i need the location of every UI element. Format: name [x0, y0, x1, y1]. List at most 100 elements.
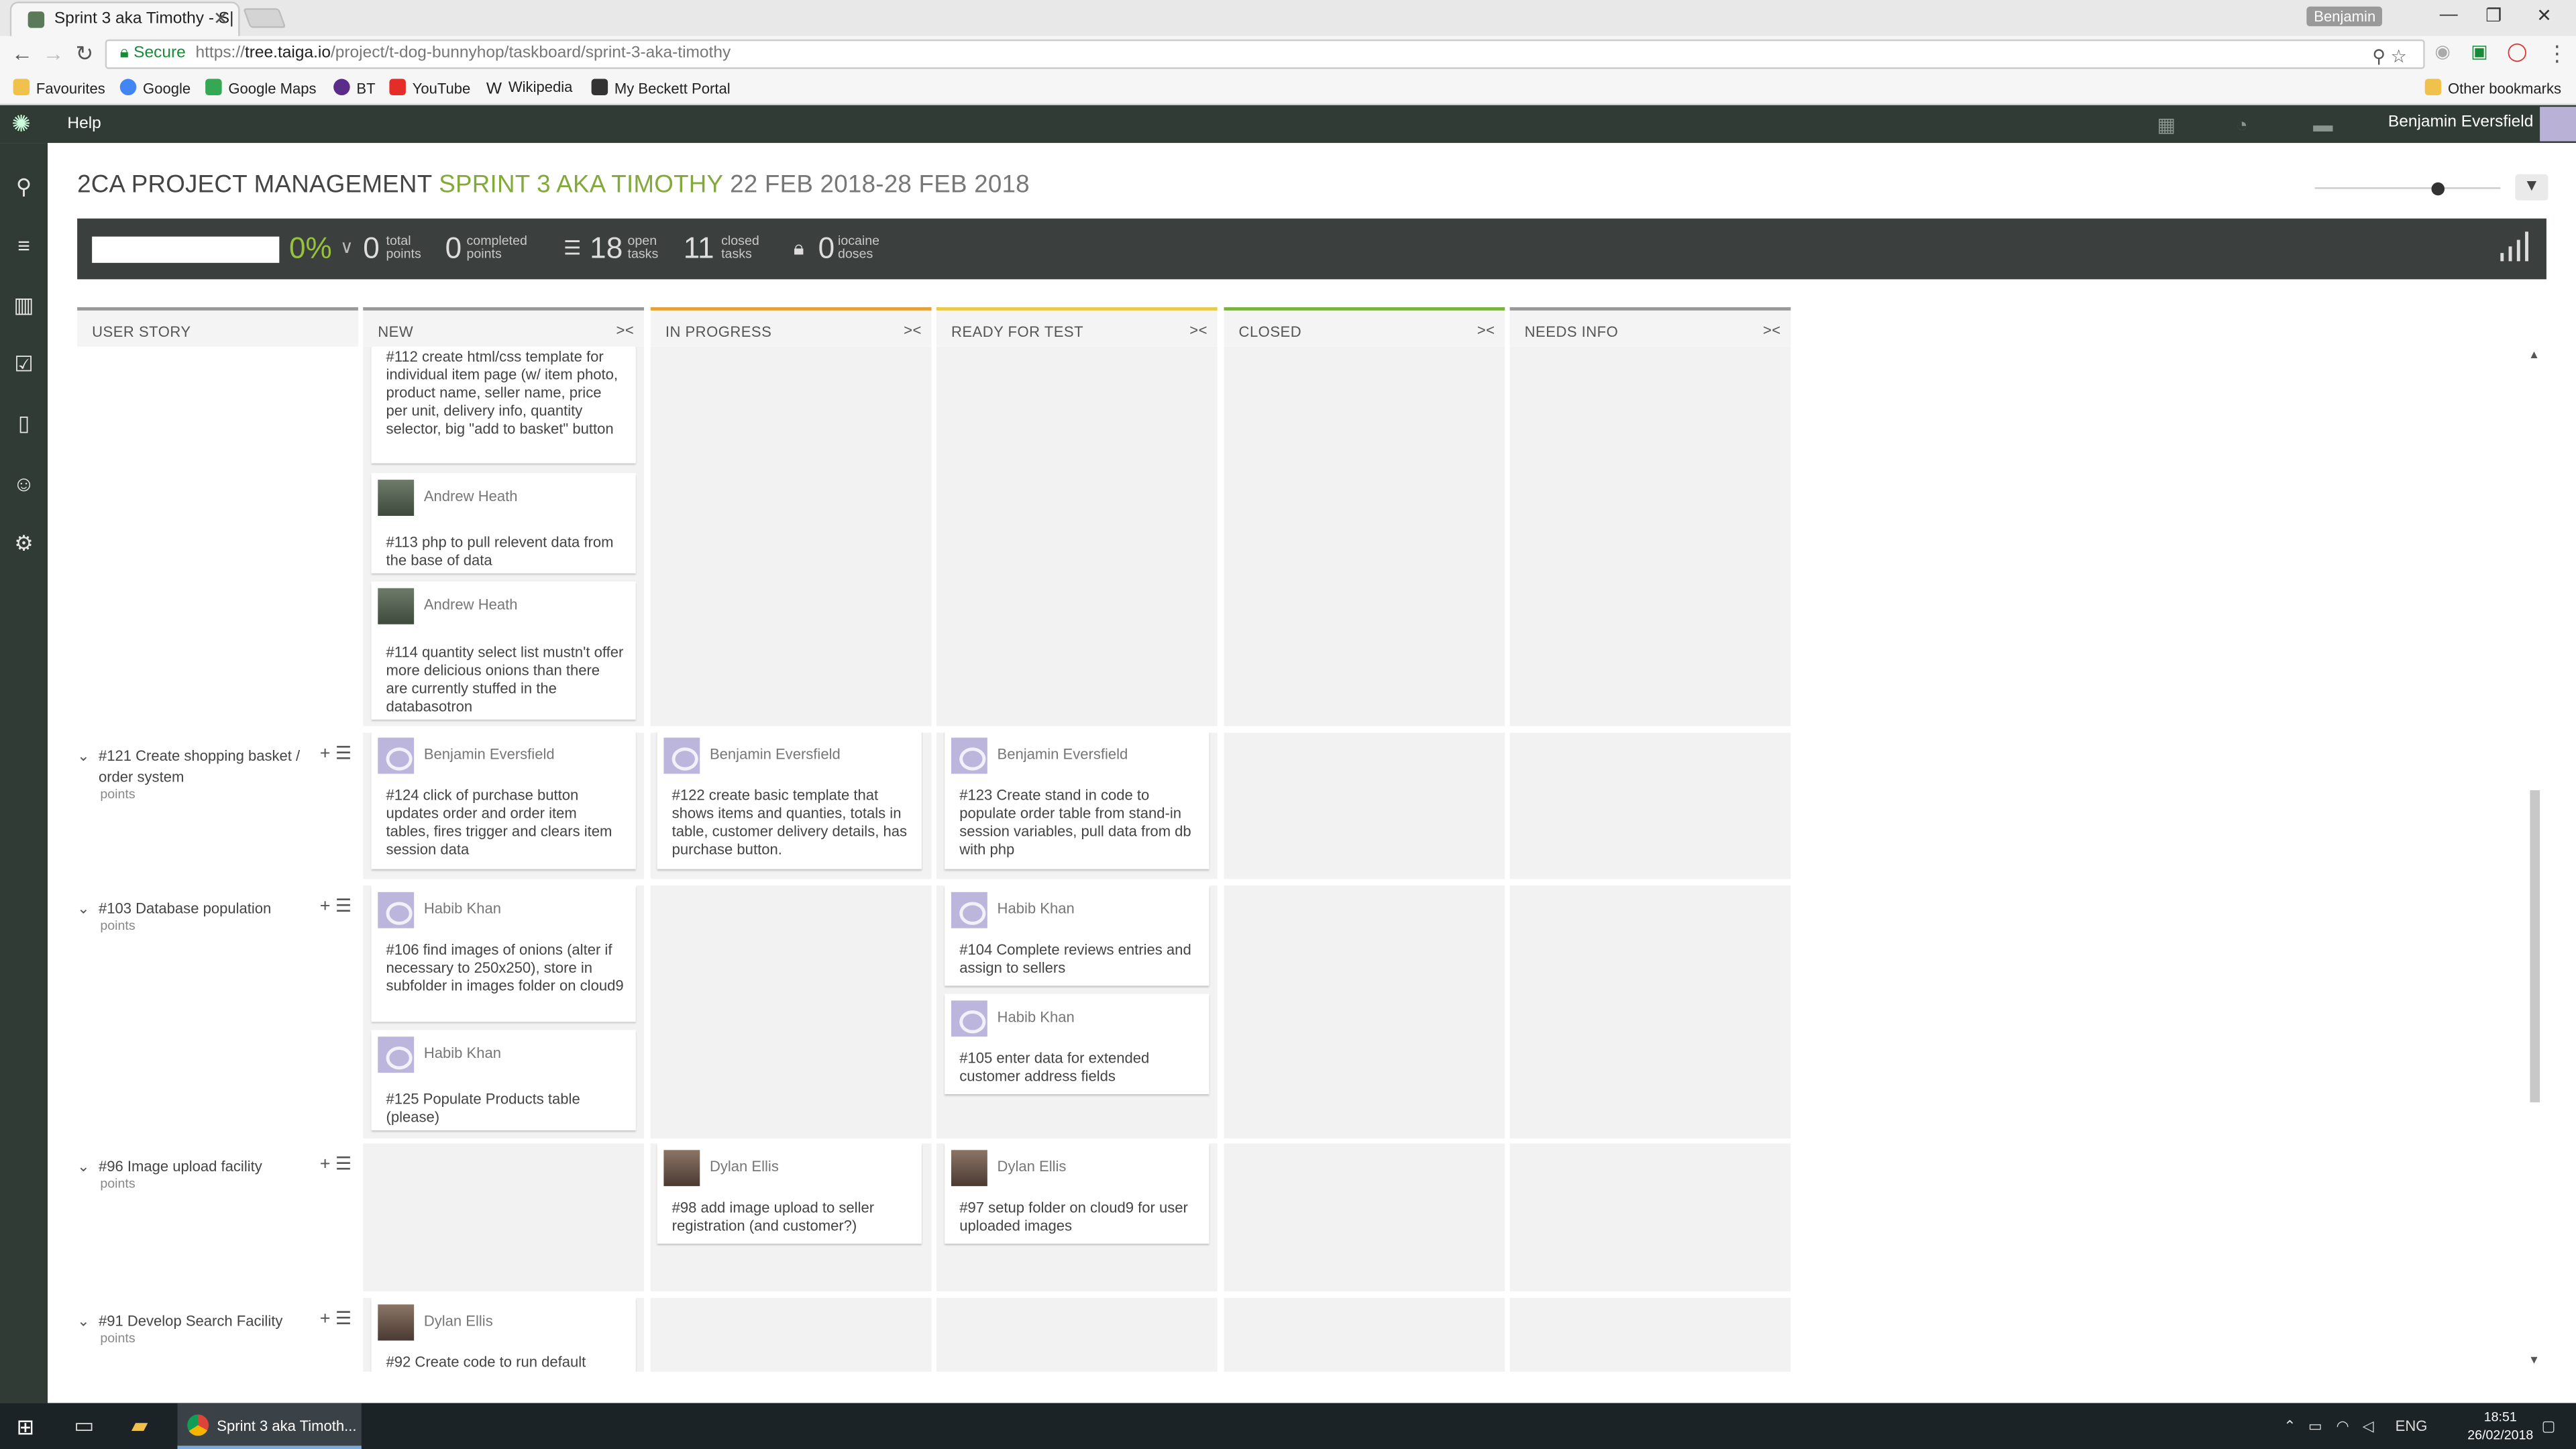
task-card[interactable]: Habib Khan #104 Complete reviews entries…: [945, 885, 1210, 986]
lane-cell: [650, 346, 932, 727]
issues-icon[interactable]: ☑: [10, 350, 38, 378]
wikipedia-icon: W: [486, 80, 502, 99]
search-icon[interactable]: ⚲: [10, 172, 38, 201]
fold-column-icon[interactable]: ><: [1189, 322, 1208, 338]
reload-icon[interactable]: ↻: [76, 41, 94, 67]
task-text: #105 enter data for extended customer ad…: [959, 1049, 1150, 1085]
bookmark-bt[interactable]: BT: [333, 78, 376, 97]
column-header-in-progress: IN PROGRESS ><: [650, 307, 932, 347]
task-card[interactable]: Benjamin Eversfield #122 create basic te…: [657, 731, 922, 869]
user-story-title[interactable]: #96 Image upload facility: [99, 1157, 312, 1178]
fold-column-icon[interactable]: ><: [904, 322, 922, 338]
add-task-icon[interactable]: + ☰: [320, 896, 352, 916]
kanban-icon[interactable]: ▥: [10, 290, 38, 319]
fold-column-icon[interactable]: ><: [1477, 322, 1495, 338]
chevron-down-icon[interactable]: ∨: [340, 237, 354, 258]
file-explorer-icon[interactable]: ▰: [131, 1413, 148, 1439]
add-task-icon[interactable]: + ☰: [320, 743, 352, 763]
fold-story-icon[interactable]: ⌄: [77, 747, 89, 765]
task-card[interactable]: Andrew Heath #113 php to pull relevent d…: [371, 473, 636, 574]
backlog-icon[interactable]: ≡: [10, 231, 38, 260]
bookmark-beckett-portal[interactable]: My Beckett Portal: [591, 78, 731, 97]
menu-kebab-icon[interactable]: ⋮: [2546, 41, 2568, 67]
task-card[interactable]: Benjamin Eversfield #124 click of purcha…: [371, 731, 636, 869]
bookmark-wikipedia[interactable]: W Wikipedia: [486, 79, 572, 99]
fold-story-icon[interactable]: ⌄: [77, 1159, 89, 1177]
help-link[interactable]: Help: [67, 115, 101, 133]
add-task-icon[interactable]: + ☰: [320, 1307, 352, 1329]
discover-icon[interactable]: ◔: [2236, 113, 2248, 136]
volume-icon[interactable]: ◁: [2363, 1417, 2374, 1436]
notifications-icon[interactable]: ▢: [2542, 1417, 2556, 1436]
fold-story-icon[interactable]: ⌄: [77, 900, 89, 918]
bookmark-favourites[interactable]: Favourites: [13, 78, 105, 97]
task-view-icon[interactable]: ▭: [74, 1413, 94, 1439]
task-text: #104 Complete reviews entries and assign…: [959, 941, 1191, 976]
new-tab-button[interactable]: [242, 8, 286, 28]
user-story-cell: ⌄ #121 Create shopping basket / order sy…: [77, 733, 358, 879]
scrollbar-thumb[interactable]: [2530, 790, 2540, 1103]
close-window-icon[interactable]: ✕: [2536, 5, 2552, 26]
bookmark-google[interactable]: Google: [119, 78, 191, 97]
windows-start-icon[interactable]: ⊞: [16, 1415, 34, 1441]
task-card[interactable]: Habib Khan #125 Populate Products table …: [371, 1030, 636, 1130]
project-name[interactable]: 2CA PROJECT MANAGEMENT: [77, 171, 432, 199]
back-icon[interactable]: ←: [11, 41, 33, 66]
lane-cell: [1509, 885, 1791, 1139]
task-assignee: Habib Khan: [997, 900, 1075, 917]
zoom-slider-handle[interactable]: [2431, 182, 2445, 196]
team-icon[interactable]: ☺: [10, 470, 38, 498]
notifications-icon[interactable]: ▬: [2313, 113, 2332, 136]
close-tab-icon[interactable]: ✕: [213, 8, 229, 30]
scroll-down-icon[interactable]: ▼: [2528, 1355, 2540, 1366]
task-card[interactable]: Benjamin Eversfield #123 Create stand in…: [945, 731, 1210, 869]
user-name[interactable]: Benjamin Eversfield: [2388, 113, 2533, 131]
user-story-cell: ⌄ #96 Image upload facility points + ☰: [77, 1143, 358, 1291]
task-card[interactable]: #112 create html/css template for indivi…: [371, 346, 636, 464]
restore-icon[interactable]: ❐: [2485, 5, 2502, 26]
minimize-icon[interactable]: —: [2440, 5, 2458, 24]
task-card[interactable]: Habib Khan #106 find images of onions (a…: [371, 885, 636, 1022]
scroll-up-icon[interactable]: ▲: [2528, 350, 2540, 362]
user-story-title[interactable]: #103 Database population: [99, 899, 312, 920]
user-avatar[interactable]: [2540, 107, 2576, 142]
task-card[interactable]: Dylan Ellis #98 add image upload to sell…: [657, 1143, 922, 1244]
battery-icon[interactable]: ▭: [2308, 1417, 2322, 1436]
zoom-slider-track[interactable]: [2314, 187, 2501, 189]
task-card[interactable]: Habib Khan #105 enter data for extended …: [945, 994, 1210, 1095]
user-story-title[interactable]: #91 Develop Search Facility: [99, 1311, 312, 1332]
wiki-icon[interactable]: ▯: [10, 409, 38, 437]
task-card[interactable]: Andrew Heath #114 quantity select list m…: [371, 581, 636, 720]
board-scrollbar[interactable]: ▲ ▼: [2527, 347, 2543, 1372]
bookmark-youtube[interactable]: YouTube: [389, 78, 470, 97]
task-card[interactable]: Dylan Ellis #92 Create code to run defau…: [371, 1297, 636, 1372]
settings-icon[interactable]: ⚙: [10, 529, 38, 557]
filter-icon[interactable]: ▼: [2515, 174, 2548, 201]
other-bookmarks[interactable]: Other bookmarks: [2424, 78, 2561, 97]
task-card[interactable]: Dylan Ellis #97 setup folder on cloud9 f…: [945, 1143, 1210, 1244]
fold-column-icon[interactable]: ><: [1763, 322, 1781, 338]
system-clock[interactable]: 18:51 26/02/2018: [2467, 1408, 2533, 1444]
bookmark-google-maps[interactable]: Google Maps: [205, 78, 317, 97]
profile-name[interactable]: Benjamin: [2307, 6, 2383, 27]
input-language[interactable]: ENG: [2396, 1417, 2428, 1434]
forward-icon[interactable]: →: [43, 41, 64, 66]
add-task-icon[interactable]: + ☰: [320, 1153, 352, 1175]
fold-story-icon[interactable]: ⌄: [77, 1313, 89, 1331]
fold-column-icon[interactable]: ><: [616, 322, 635, 338]
taiga-logo-icon[interactable]: ✺: [11, 112, 34, 135]
sprint-name: SPRINT 3 AKA TIMOTHY: [439, 170, 723, 199]
taskbar-chrome-app[interactable]: Sprint 3 aka Timoth...: [177, 1403, 362, 1449]
wifi-icon[interactable]: ◠: [2336, 1417, 2349, 1436]
iocaine-value: 0: [818, 231, 835, 265]
list-icon: ☰: [564, 236, 582, 260]
user-story-title[interactable]: #121 Create shopping basket / order syst…: [99, 746, 309, 789]
url-bar[interactable]: 🔒︎ Secure https://tree.taiga.io/project/t-…: [105, 39, 2425, 69]
burndown-graph-icon[interactable]: [2500, 231, 2533, 262]
projects-grid-icon[interactable]: ▦: [2157, 113, 2176, 136]
tray-chevron-icon[interactable]: ⌃: [2284, 1417, 2296, 1436]
opera-icon[interactable]: ◯: [2507, 41, 2533, 62]
browser-tab[interactable]: Sprint 3 aka Timothy - S| ✕: [9, 1, 240, 36]
completed-points-value: 0: [445, 231, 462, 265]
zoom-icon[interactable]: ⚲ ☆: [2372, 46, 2406, 67]
